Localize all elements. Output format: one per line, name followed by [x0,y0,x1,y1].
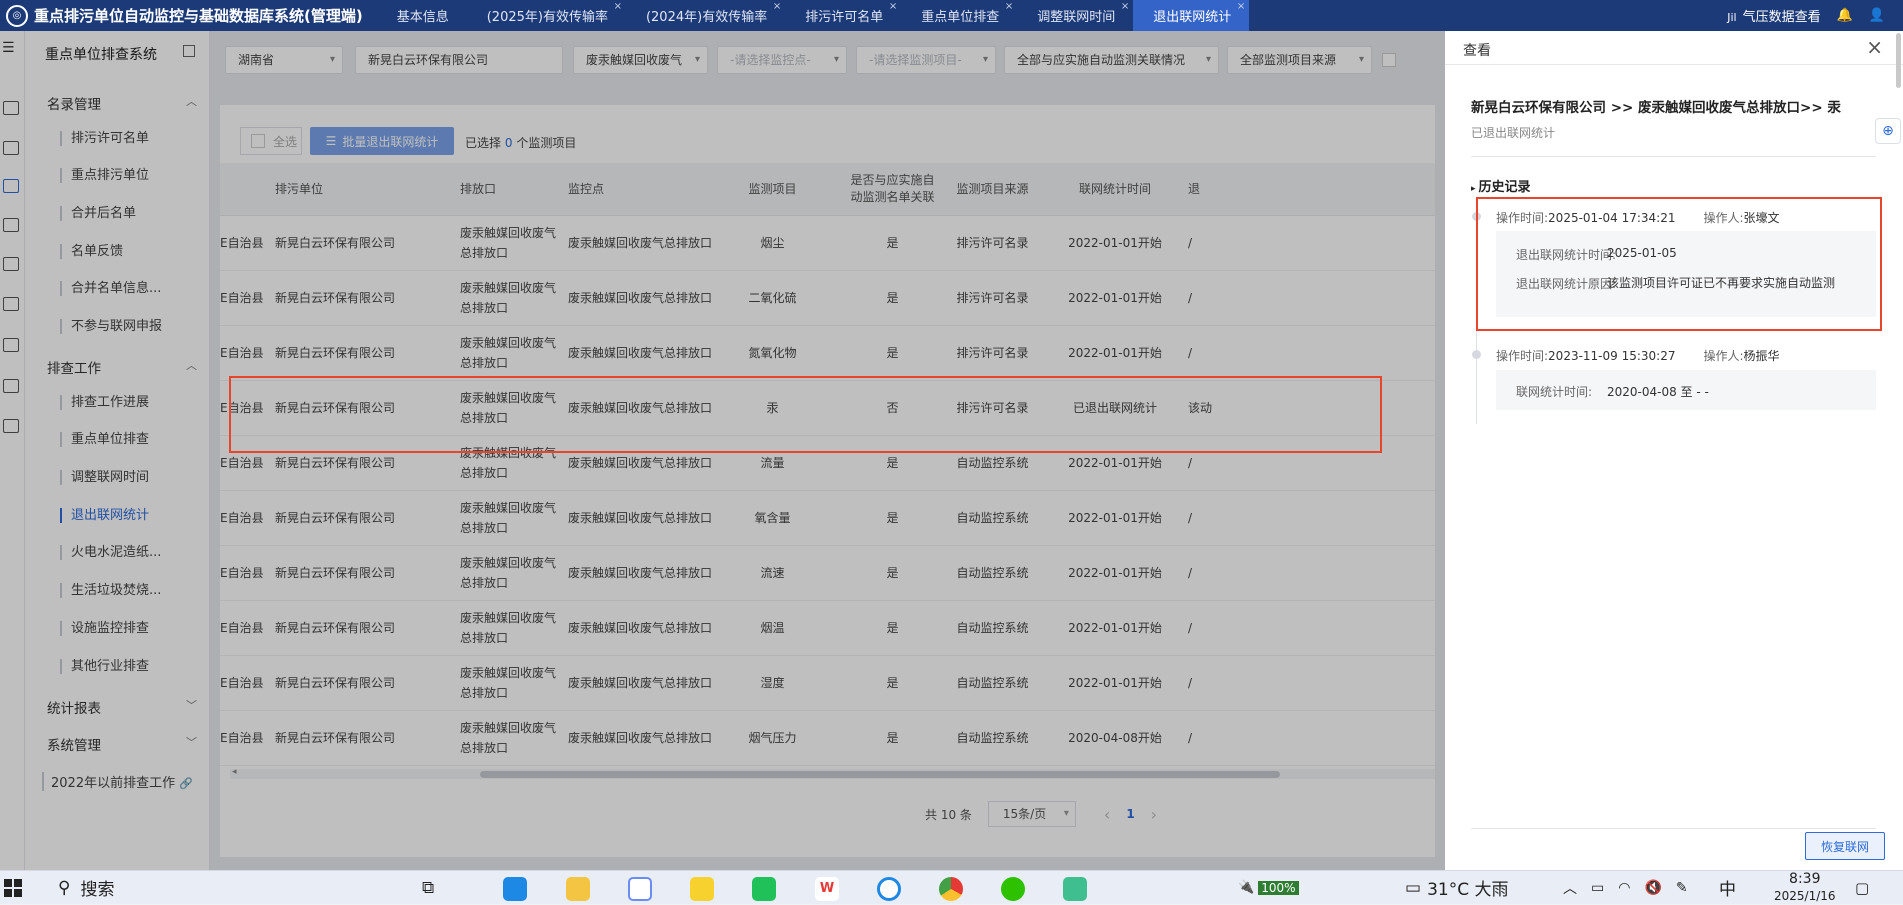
wifi-icon[interactable]: ◠ [1618,880,1630,896]
weather-text: 31°C 大雨 [1427,880,1509,900]
weather-icon: ▭ [1405,877,1422,898]
tab-label: (2025年)有效传输率 [486,10,608,25]
detail-label: 联网统计时间: [1516,385,1593,399]
weather-data-link[interactable]: Jil 气压数据查看 [1727,6,1820,25]
baidu-netdisk-icon[interactable] [628,877,652,901]
scroll-thumb[interactable] [1896,33,1901,88]
history-highlight-box [1476,197,1882,331]
volume-muted-icon[interactable]: 🔇 [1644,880,1661,896]
detail-value: 2020-04-08 至 - - [1607,385,1709,399]
tab-exit-network-stats[interactable]: 退出联网统计 × [1133,0,1250,31]
app-logo-icon: ◎ [6,4,28,27]
weather-widget[interactable]: ▭ 31°C 大雨 [1405,871,1508,904]
chevron-up-icon[interactable]: ︿ [1563,878,1577,898]
time-label: 操作时间: [1496,349,1549,363]
tab-label: 基本信息 [396,10,449,25]
chrome-icon[interactable] [939,877,963,901]
clock-date: 2025/1/16 [1774,888,1836,903]
tab-key-unit-check[interactable]: 重点单位排查 × [901,0,1017,31]
os-taskbar: ⚲ 搜索 ⧉ W 🔌 100% ▭ 31°C 大雨 ︿ ▭ ◠ 🔇 ✎ 中 8:39 2… [0,870,1903,904]
wps-icon[interactable]: W [815,877,839,901]
restore-network-button[interactable]: 恢复联网 [1805,832,1885,860]
close-tab-icon[interactable]: × [773,1,781,12]
file-explorer-icon[interactable] [566,877,590,901]
wechat-icon[interactable] [1001,877,1025,901]
close-tab-icon[interactable]: × [1121,1,1129,12]
record-breadcrumb: 新晃白云环保有限公司 >> 废汞触媒回收废气总排放口>> 汞 [1471,100,1841,116]
tab-label: 退出联网统计 [1153,10,1232,25]
tab-label: 重点单位排查 [921,10,1000,25]
top-nav-bar: ◎ 重点排污单位自动监控与基础数据库系统(管理端) 基本信息 (2025年)有效… [0,0,1903,31]
drawer-scrollbar[interactable] [1893,31,1903,91]
tab-adjust-network-time[interactable]: 调整联网时间 × [1017,0,1133,31]
tab-2024-transmission-rate[interactable]: (2024年)有效传输率 × [626,0,785,31]
user-icon[interactable]: 👤 [1869,8,1885,23]
top-right-tools: Jil 气压数据查看 🔔 👤 [1727,6,1903,25]
taskbar-search-label: 搜索 [80,880,115,900]
pen-icon[interactable]: ✎ [1676,880,1688,896]
close-tab-icon[interactable]: × [1005,1,1013,12]
battery-level: 100% [1258,880,1299,895]
browser-app-icon[interactable] [877,877,901,901]
time-value: 2023-11-09 15:30:27 [1548,349,1676,363]
drawer-title: 查看 [1463,43,1491,59]
clock[interactable]: 8:39 2025/1/16 [1774,871,1836,904]
tab-2025-transmission-rate[interactable]: (2025年)有效传输率 × [467,0,626,31]
windows-start-icon[interactable] [4,871,22,904]
notification-icon[interactable]: ▢ [1855,871,1869,904]
operator-label: 操作人: [1703,349,1744,363]
divider [1471,156,1876,157]
chart-icon: Jil [1727,11,1737,24]
drawer-divider [1445,64,1903,65]
tab-permit-list[interactable]: 排污许可名单 × [785,0,901,31]
app-icon[interactable] [1063,877,1087,901]
clock-time: 8:39 [1789,870,1821,887]
tab-label: 调整联网时间 [1037,10,1116,25]
taskbar-search[interactable]: ⚲ 搜索 [58,871,114,904]
divider [1471,828,1876,829]
ime-indicator[interactable]: 中 [1719,871,1736,904]
weather-link-label: 气压数据查看 [1742,10,1821,25]
system-tray[interactable]: ︿ ▭ ◠ 🔇 ✎ [1563,871,1688,904]
close-icon[interactable]: × [1866,35,1883,59]
history-title-label: 历史记录 [1478,180,1531,195]
close-tab-icon[interactable]: × [1237,1,1245,12]
tab-label: (2024年)有效传输率 [645,10,768,25]
caret-right-icon: ▸ [1471,184,1476,194]
detail-drawer: 查看 × ⊕ 新晃白云环保有限公司 >> 废汞触媒回收废气总排放口>> 汞 已退… [1445,31,1903,870]
timeline-dot [1472,350,1481,359]
close-tab-icon[interactable]: × [889,1,897,12]
record-status: 已退出联网统计 [1471,126,1556,140]
history-meta: 操作时间:2023-11-09 15:30:27 操作人:杨振华 [1496,347,1780,364]
notes-app-icon[interactable] [690,877,714,901]
search-icon: ⚲ [58,877,71,898]
history-title: ▸ 历史记录 [1471,176,1531,195]
tab-label: 排污许可名单 [805,10,884,25]
tab-basic-info[interactable]: 基本信息 [377,0,467,31]
messaging-app-icon[interactable] [752,877,776,901]
operator-value: 杨振华 [1743,349,1780,363]
globe-icon[interactable]: ⊕ [1875,118,1901,144]
app-title: 重点排污单位自动监控与基础数据库系统(管理端) [34,7,363,25]
plug-icon: 🔌 [1238,880,1255,895]
edge-icon[interactable] [503,877,527,901]
battery-indicator[interactable]: 🔌 100% [1238,871,1299,904]
laptop-icon[interactable]: ▭ [1591,880,1604,896]
history-detail-box: 联网统计时间: 2020-04-08 至 - - [1496,370,1876,410]
row-highlight-box [229,376,1382,453]
task-view-icon[interactable]: ⧉ [422,871,434,904]
bell-icon[interactable]: 🔔 [1837,8,1853,23]
close-tab-icon[interactable]: × [614,1,622,12]
